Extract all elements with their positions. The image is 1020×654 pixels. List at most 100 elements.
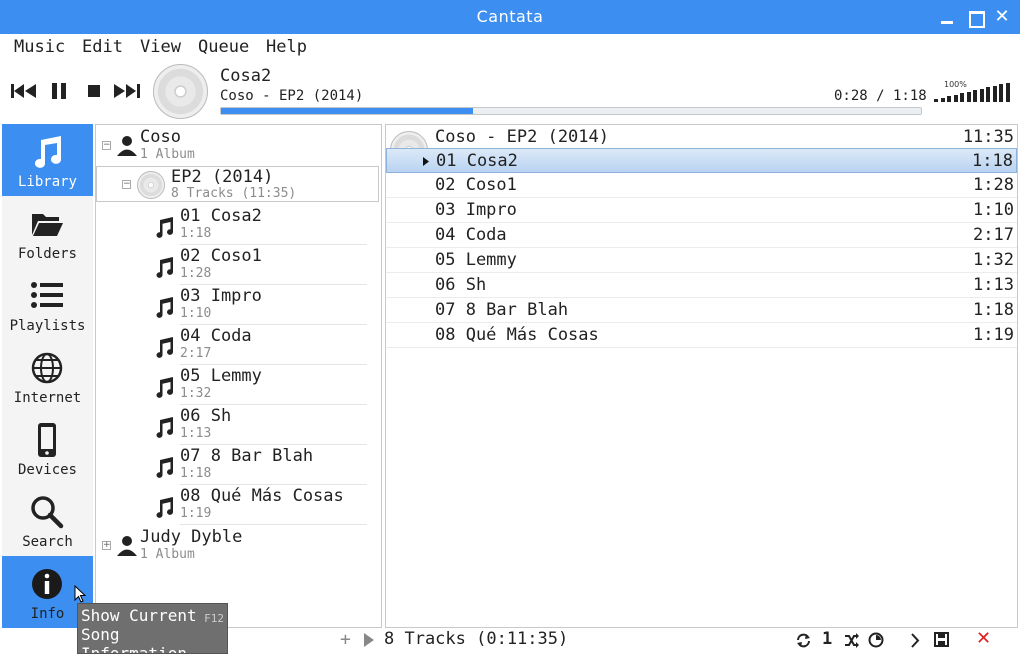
track-duration: 1:18 [180, 466, 212, 481]
sidebar-item-search[interactable]: Search [2, 484, 93, 556]
seek-slider[interactable] [220, 107, 922, 115]
shuffle-icon[interactable] [844, 633, 859, 648]
globe-icon [31, 352, 63, 384]
sidebar-item-label: Internet [13, 390, 82, 406]
track-name: 02 Coso1 [180, 246, 262, 266]
queue-row[interactable]: 04 Coda 2:17 [386, 223, 1017, 248]
library-track-row[interactable]: 06 Sh 1:13 [150, 405, 367, 445]
collapse-toggle[interactable]: − [122, 180, 131, 189]
volume-bar [940, 97, 945, 102]
volume-bar [966, 91, 971, 102]
queue-track-duration: 1:13 [973, 275, 1014, 295]
sidebar-item-playlists[interactable]: Playlists [2, 268, 93, 340]
queue-track-duration: 1:19 [973, 325, 1014, 345]
stop-icon[interactable] [87, 82, 101, 100]
sidebar-item-library[interactable]: Library [2, 124, 93, 196]
queue-row[interactable]: 01 Cosa2 1:18 [386, 148, 1017, 173]
track-duration: 1:28 [180, 266, 212, 281]
artist-icon [117, 136, 137, 156]
play-icon[interactable] [364, 633, 374, 647]
queue-track-duration: 1:18 [972, 151, 1013, 171]
queue-track-name: 03 Impro [435, 200, 517, 220]
chevron-right-icon[interactable] [910, 633, 920, 648]
library-tree[interactable]: − Coso 1 Album − EP2 (2014) 8 Tracks (11… [95, 124, 382, 628]
library-track-row[interactable]: 07 8 Bar Blah 1:18 [150, 445, 367, 485]
queue-album-header: Coso - EP2 (2014) [435, 127, 609, 147]
play-queue[interactable]: Coso - EP2 (2014) 11:35 01 Cosa2 1:18 02 C… [385, 124, 1018, 628]
volume-bar [979, 88, 984, 102]
track-duration: 1:19 [180, 506, 212, 521]
minimize-icon[interactable] [938, 8, 956, 26]
menu-music[interactable]: Music [14, 37, 65, 57]
volume-bar [934, 99, 938, 102]
title-bar: Cantata ✕ [0, 0, 1020, 34]
maximize-icon[interactable] [966, 8, 985, 28]
library-track-row[interactable]: 04 Coda 2:17 [150, 325, 367, 365]
volume-bar [953, 94, 958, 102]
menu-queue[interactable]: Queue [198, 37, 249, 57]
window-title: Cantata [476, 7, 544, 26]
volume-bar [986, 87, 990, 102]
queue-row[interactable]: 02 Coso1 1:28 [386, 173, 1017, 198]
queue-track-name: 01 Cosa2 [436, 151, 518, 171]
volume-bar [999, 84, 1003, 102]
library-track-row[interactable]: 01 Cosa2 1:18 [150, 205, 367, 245]
music-note-icon [156, 497, 174, 518]
artist-name[interactable]: Judy Dyble [140, 527, 242, 547]
collapse-toggle[interactable]: − [102, 141, 111, 150]
single-mode-button[interactable]: 1 [822, 629, 832, 649]
music-note-icon [156, 337, 174, 358]
menu-view[interactable]: View [140, 37, 181, 57]
music-note-icon [156, 417, 174, 438]
menu-help[interactable]: Help [266, 37, 307, 57]
library-track-row[interactable]: 05 Lemmy 1:32 [150, 365, 367, 405]
library-track-row[interactable]: 03 Impro 1:10 [150, 285, 367, 325]
tooltip-shortcut: F12 [204, 612, 224, 625]
queue-track-name: 06 Sh [435, 275, 487, 295]
info-icon [32, 569, 62, 599]
queue-row[interactable]: 07 8 Bar Blah 1:18 [386, 298, 1017, 323]
track-name: 04 Coda [180, 326, 252, 346]
seek-progress [221, 108, 473, 114]
album-row[interactable]: − EP2 (2014) 8 Tracks (11:35) [96, 166, 379, 202]
library-track-row[interactable]: 02 Coso1 1:28 [150, 245, 367, 285]
search-icon [31, 496, 64, 529]
album-disc-icon [137, 171, 165, 199]
previous-track-icon[interactable] [11, 82, 37, 100]
queue-row[interactable]: 06 Sh 1:13 [386, 273, 1017, 298]
next-track-icon[interactable] [114, 82, 140, 100]
queue-row[interactable]: 08 Qué Más Cosas 1:19 [386, 323, 1017, 348]
pause-icon[interactable] [51, 82, 67, 100]
track-duration: 1:32 [180, 386, 212, 401]
sidebar-item-label: Library [17, 174, 77, 190]
artist-name[interactable]: Coso [140, 127, 181, 147]
sidebar-item-label: Folders [17, 246, 77, 262]
sidebar-item-devices[interactable]: Devices [2, 412, 93, 484]
sidebar-item-folders[interactable]: Folders [2, 196, 93, 268]
clear-queue-icon[interactable]: ✕ [976, 628, 991, 649]
music-note-icon [156, 457, 174, 478]
folder-icon [32, 214, 63, 236]
consume-icon[interactable] [868, 632, 884, 648]
menu-edit[interactable]: Edit [82, 37, 123, 57]
queue-row[interactable]: 03 Impro 1:10 [386, 198, 1017, 223]
track-duration: 1:13 [180, 426, 212, 441]
track-name: 06 Sh [180, 406, 232, 426]
menu-bar: Music Edit View Queue Help [0, 34, 1020, 60]
track-name: 03 Impro [180, 286, 262, 306]
add-icon[interactable]: + [340, 629, 351, 650]
music-note-icon [156, 297, 174, 318]
library-track-row[interactable]: 08 Qué Más Cosas 1:19 [150, 485, 367, 525]
queue-track-name: 05 Lemmy [435, 250, 517, 270]
repeat-icon[interactable] [796, 633, 811, 648]
album-cover-icon[interactable] [153, 64, 208, 119]
artist-icon [117, 536, 137, 556]
expand-toggle[interactable]: + [102, 541, 111, 550]
queue-row[interactable]: 05 Lemmy 1:32 [386, 248, 1017, 273]
close-icon[interactable]: ✕ [993, 8, 1011, 26]
sidebar-item-internet[interactable]: Internet [2, 340, 93, 412]
now-playing-title: Cosa2 [220, 66, 272, 86]
save-icon[interactable] [934, 632, 949, 647]
volume-control[interactable] [934, 82, 1012, 102]
phone-icon [38, 423, 56, 457]
